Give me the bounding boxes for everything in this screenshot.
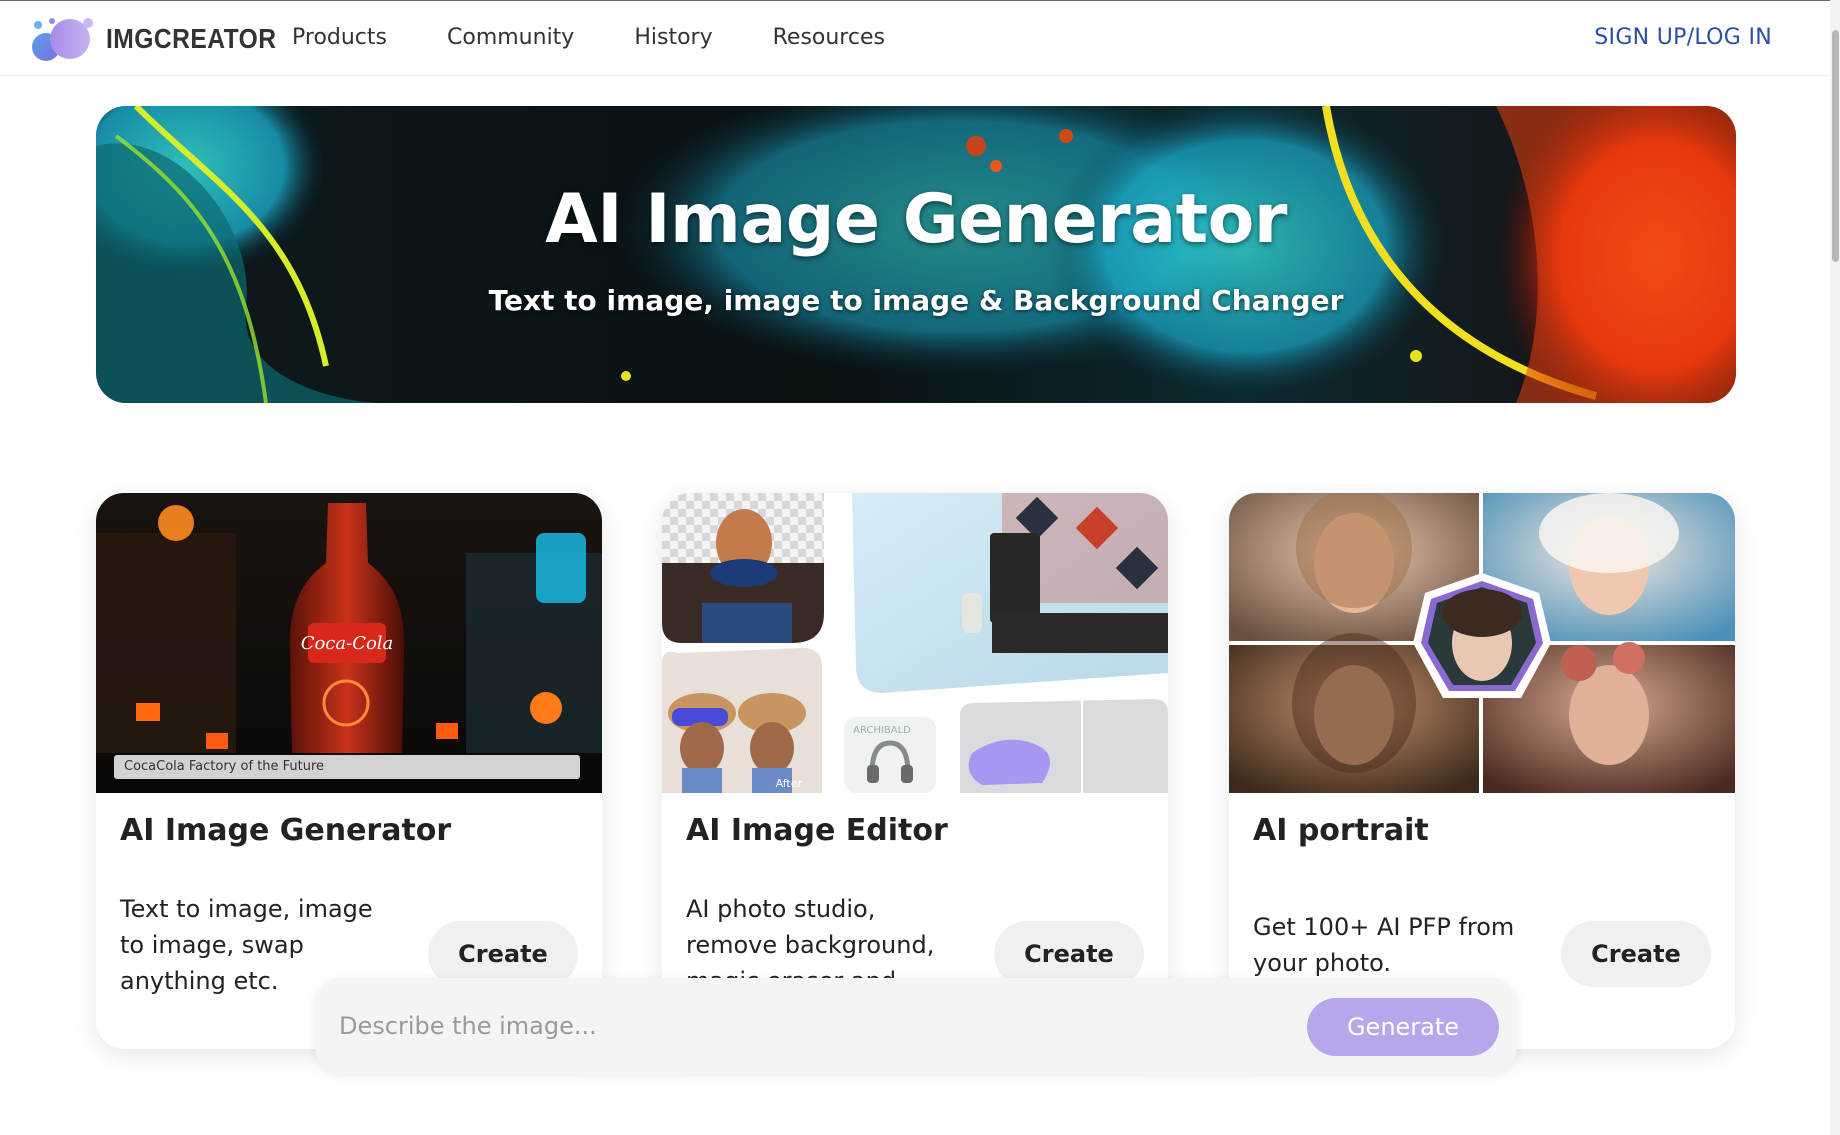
card-image-editor-thumbnail: After ARCHIBALD (662, 493, 1168, 793)
describe-image-input[interactable] (339, 998, 1299, 1054)
card-portrait-thumbnail (1229, 493, 1735, 793)
create-button[interactable]: Create (1561, 921, 1711, 987)
nav-history[interactable]: History (634, 25, 712, 50)
card-title: AI Image Generator (120, 813, 452, 848)
card-title: AI Image Editor (686, 813, 948, 848)
image-caption: CocaCola Factory of the Future (114, 755, 580, 779)
nav-community[interactable]: Community (447, 25, 574, 50)
card-description: Get 100+ AI PFP from your photo. (1253, 913, 1515, 977)
brand-name[interactable]: IMGCREATOR (106, 23, 277, 55)
archibald-label: ARCHIBALD (853, 725, 911, 736)
coca-cola-label: Coca-Cola (301, 633, 394, 654)
nav-links: Products Community History Resources (292, 25, 945, 50)
card-ai-image-editor[interactable]: After ARCHIBALD AI Image Editor AI photo… (662, 493, 1168, 1049)
nav-products[interactable]: Products (292, 25, 387, 50)
hero-banner: AI Image Generator Text to image, image … (96, 106, 1736, 403)
card-title: AI portrait (1253, 813, 1429, 848)
card-image-generator-thumbnail: Coca-Cola CocaCola Factory of the Future (96, 493, 602, 793)
card-ai-portrait[interactable]: AI portrait Get 100+ AI PFP from your ph… (1229, 493, 1735, 1049)
hero-title: AI Image Generator (545, 180, 1287, 259)
prompt-bar: Generate (315, 978, 1517, 1074)
after-label: After (776, 777, 803, 790)
generate-button[interactable]: Generate (1307, 998, 1499, 1056)
scrollbar[interactable] (1830, 0, 1840, 1135)
scrollbar-thumb[interactable] (1832, 30, 1839, 262)
hero-subtitle: Text to image, image to image & Backgrou… (488, 284, 1344, 317)
imgcreator-logo-icon[interactable] (28, 15, 98, 63)
top-nav: IMGCREATOR Products Community History Re… (0, 0, 1840, 76)
card-ai-image-generator[interactable]: Coca-Cola CocaCola Factory of the Future… (96, 493, 602, 1049)
nav-resources[interactable]: Resources (773, 25, 885, 50)
signup-login-link[interactable]: SIGN UP/LOG IN (1594, 25, 1772, 50)
